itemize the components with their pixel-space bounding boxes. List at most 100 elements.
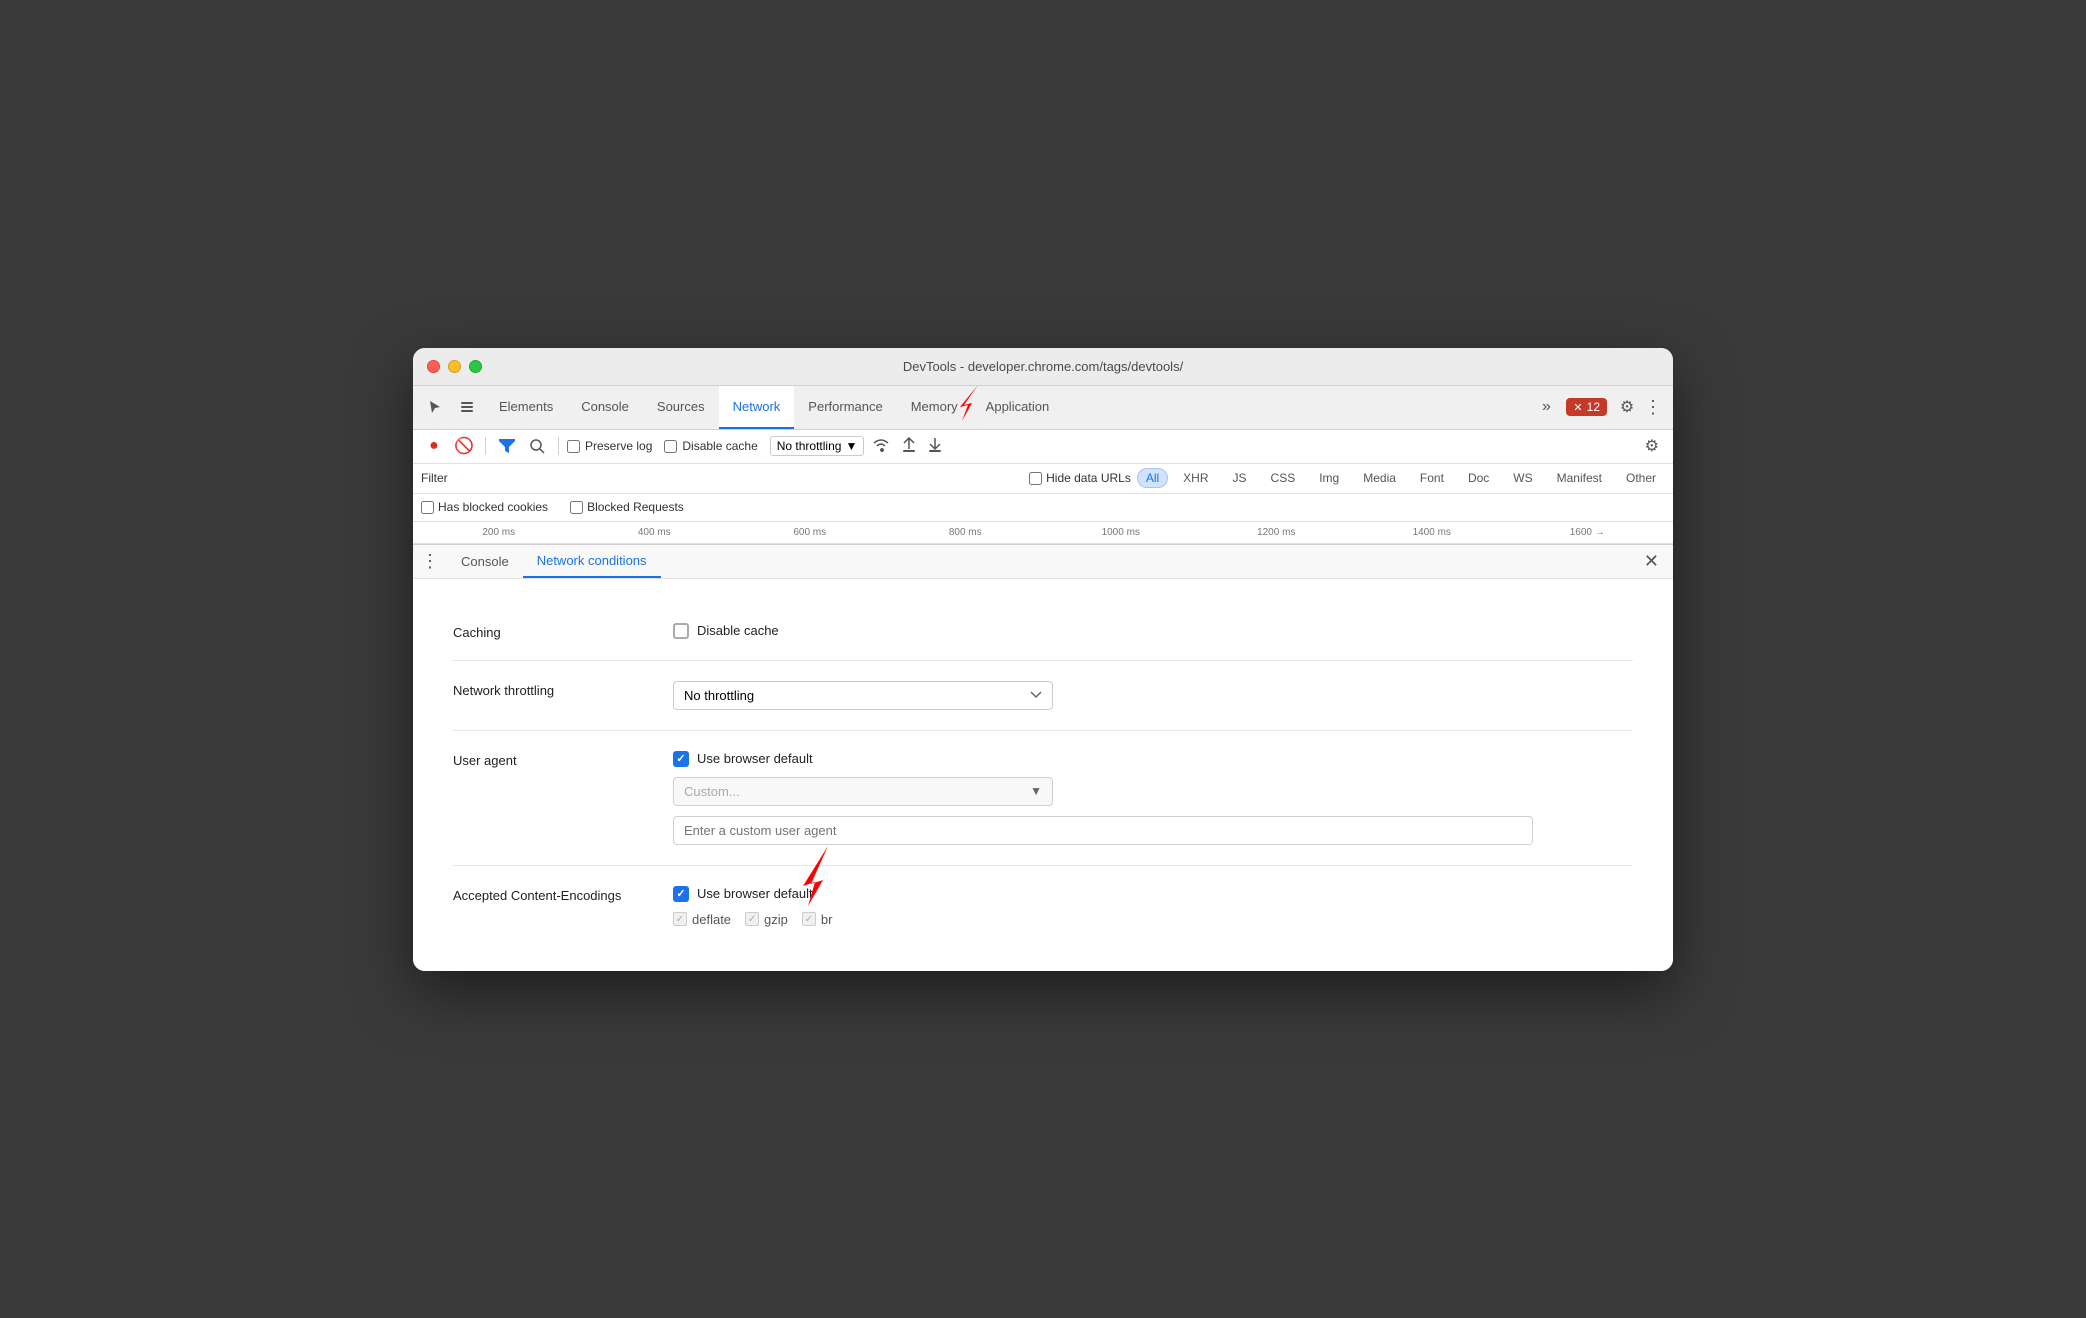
- filter-type-all[interactable]: All: [1137, 468, 1168, 488]
- custom-agent-select[interactable]: Custom... ▼: [673, 777, 1053, 806]
- filter-type-ws[interactable]: WS: [1504, 468, 1541, 488]
- timeline-mark-7: 1400 ms: [1354, 527, 1510, 538]
- devtools-menu-button[interactable]: ⋮: [1641, 393, 1665, 421]
- traffic-lights: [427, 360, 482, 373]
- timeline-mark-1: 200 ms: [421, 527, 577, 538]
- error-count: 12: [1587, 400, 1600, 414]
- use-browser-default-encodings-row: Use browser default: [673, 886, 1633, 902]
- close-button[interactable]: [427, 360, 440, 373]
- filter-type-js[interactable]: JS: [1224, 468, 1256, 488]
- drawer-tab-network-conditions[interactable]: Network conditions: [523, 544, 661, 578]
- search-button[interactable]: [524, 433, 550, 459]
- gzip-checkbox[interactable]: [745, 912, 759, 926]
- maximize-button[interactable]: [469, 360, 482, 373]
- network-toolbar: ● 🚫 Preserve log Disable cache No thrott…: [413, 430, 1673, 464]
- window-title: DevTools - developer.chrome.com/tags/dev…: [903, 359, 1183, 374]
- tab-elements[interactable]: Elements: [485, 385, 567, 429]
- layers-icon[interactable]: [453, 393, 481, 421]
- deflate-checkbox[interactable]: [673, 912, 687, 926]
- stop-button[interactable]: 🚫: [451, 433, 477, 459]
- tab-application[interactable]: Application: [972, 385, 1064, 429]
- tab-memory[interactable]: Memory: [897, 385, 972, 429]
- filter-type-css[interactable]: CSS: [1262, 468, 1305, 488]
- custom-user-agent-input[interactable]: [673, 816, 1533, 845]
- gzip-checkbox-wrapper: gzip: [745, 912, 788, 927]
- timeline-bar: 200 ms 400 ms 600 ms 800 ms 1000 ms 1200…: [413, 522, 1673, 544]
- encoding-options-row: deflate gzip br: [673, 912, 1633, 927]
- title-bar: DevTools - developer.chrome.com/tags/dev…: [413, 348, 1673, 386]
- timeline-mark-2: 400 ms: [577, 527, 733, 538]
- user-agent-row: User agent Use browser default Custom...…: [453, 731, 1633, 866]
- use-browser-default-encodings-label: Use browser default: [697, 886, 813, 901]
- use-browser-default-encodings-checkbox[interactable]: [673, 886, 689, 902]
- throttle-select-wrapper: No throttling: [673, 681, 1053, 710]
- blocked-row: Has blocked cookies Blocked Requests: [413, 494, 1673, 522]
- preserve-log-label[interactable]: Preserve log: [567, 439, 652, 453]
- encodings-label: Accepted Content-Encodings: [453, 886, 633, 903]
- filter-type-font[interactable]: Font: [1411, 468, 1453, 488]
- timeline-mark-5: 1000 ms: [1043, 527, 1199, 538]
- user-agent-content: Use browser default Custom... ▼: [673, 751, 1633, 845]
- use-browser-default-row: Use browser default: [673, 751, 1633, 767]
- drawer-menu-button[interactable]: ⋮: [421, 551, 439, 572]
- use-browser-default-label: Use browser default: [697, 751, 813, 766]
- toolbar-separator-1: [485, 437, 486, 455]
- caching-row: Caching Disable cache: [453, 603, 1633, 661]
- has-blocked-cookies-checkbox[interactable]: [421, 501, 434, 514]
- hide-data-urls-label[interactable]: Hide data URLs: [1029, 471, 1131, 485]
- throttle-select[interactable]: No throttling ▼: [770, 436, 865, 456]
- blocked-requests-checkbox[interactable]: [570, 501, 583, 514]
- upload-icon[interactable]: [898, 435, 920, 458]
- devtools-settings-button[interactable]: ⚙: [1613, 393, 1641, 421]
- filter-type-doc[interactable]: Doc: [1459, 468, 1498, 488]
- custom-placeholder: Custom...: [674, 778, 1030, 805]
- hide-data-urls-checkbox[interactable]: [1029, 472, 1042, 485]
- filter-type-manifest[interactable]: Manifest: [1548, 468, 1611, 488]
- caching-content: Disable cache: [673, 623, 1633, 639]
- disable-cache-label[interactable]: Disable cache: [664, 439, 757, 453]
- drawer-tab-console[interactable]: Console: [447, 544, 523, 578]
- tab-console[interactable]: Console: [567, 385, 643, 429]
- filter-type-xhr[interactable]: XHR: [1174, 468, 1217, 488]
- deflate-checkbox-wrapper: deflate: [673, 912, 731, 927]
- has-blocked-cookies-label[interactable]: Has blocked cookies: [421, 500, 548, 514]
- disable-cache-checkbox[interactable]: [664, 440, 677, 453]
- disable-cache-checkbox-nc[interactable]: [673, 623, 689, 639]
- throttle-select-nc[interactable]: No throttling: [673, 681, 1053, 710]
- user-agent-label: User agent: [453, 751, 633, 768]
- timeline-mark-3: 600 ms: [732, 527, 888, 538]
- drawer-close-button[interactable]: ✕: [1638, 547, 1665, 576]
- blocked-requests-label[interactable]: Blocked Requests: [570, 500, 684, 514]
- timeline-mark-6: 1200 ms: [1199, 527, 1355, 538]
- preserve-log-checkbox[interactable]: [567, 440, 580, 453]
- bottom-drawer: ⋮ Console Network conditions ✕ Caching D…: [413, 544, 1673, 971]
- wifi-settings-button[interactable]: [868, 435, 894, 458]
- minimize-button[interactable]: [448, 360, 461, 373]
- tab-performance[interactable]: Performance: [794, 385, 896, 429]
- br-checkbox[interactable]: [802, 912, 816, 926]
- gzip-label: gzip: [764, 912, 788, 927]
- more-tabs-button[interactable]: »: [1532, 393, 1560, 421]
- cursor-icon[interactable]: [421, 393, 449, 421]
- filter-type-other[interactable]: Other: [1617, 468, 1665, 488]
- use-browser-default-checkbox[interactable]: [673, 751, 689, 767]
- filter-type-media[interactable]: Media: [1354, 468, 1405, 488]
- disable-cache-label-nc: Disable cache: [697, 623, 779, 638]
- timeline-mark-4: 800 ms: [888, 527, 1044, 538]
- filter-button[interactable]: [494, 433, 520, 459]
- error-badge-x-icon: ✕: [1573, 401, 1582, 414]
- network-conditions-panel: Caching Disable cache Network throttling…: [413, 579, 1673, 971]
- filter-label: Filter: [421, 471, 448, 485]
- encodings-row: Accepted Content-Encodings Use browser d…: [453, 866, 1633, 947]
- record-button[interactable]: ●: [421, 433, 447, 459]
- caching-label: Caching: [453, 623, 633, 640]
- custom-select-arrow: ▼: [1030, 784, 1052, 798]
- tab-network[interactable]: Network: [719, 385, 795, 429]
- filter-type-img[interactable]: Img: [1310, 468, 1348, 488]
- throttle-arrow-icon: ▼: [845, 439, 857, 453]
- filter-bar: Filter Hide data URLs All XHR JS CSS Img…: [413, 464, 1673, 494]
- download-icon[interactable]: [924, 435, 946, 458]
- error-badge[interactable]: ✕ 12: [1566, 398, 1607, 416]
- tab-sources[interactable]: Sources: [643, 385, 719, 429]
- network-settings-button[interactable]: ⚙: [1639, 434, 1665, 458]
